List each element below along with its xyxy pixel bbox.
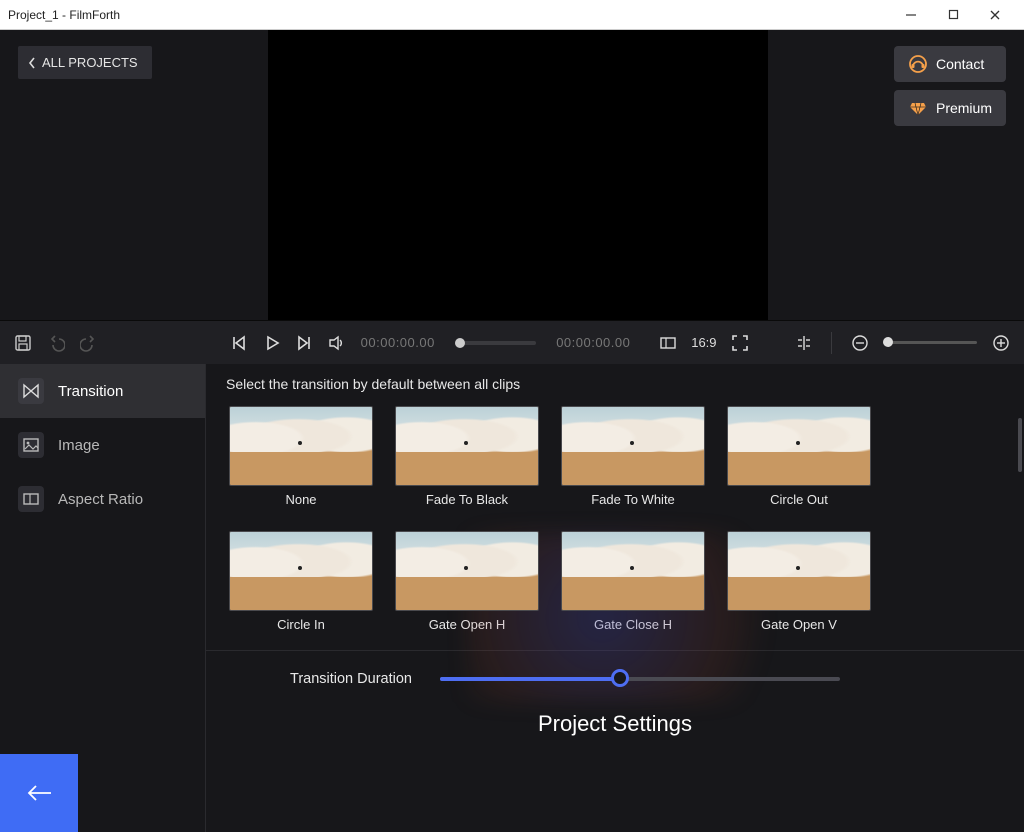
titlebar: Project_1 - FilmForth [0,0,1024,30]
time-current: 00:00:00.00 [361,335,435,350]
sidebar-item-label: Image [58,437,100,454]
zoom-out-icon[interactable] [850,332,869,354]
control-bar: 00:00:00.00 00:00:00.00 16:9 [0,320,1024,364]
duration-slider[interactable] [440,677,840,681]
transition-item-gate-open-v[interactable]: Gate Open V [724,531,874,632]
transition-item-circle-out[interactable]: Circle Out [724,406,874,507]
arrow-left-icon [25,783,53,803]
sidebar-item-image[interactable]: Image [0,418,205,472]
zoom-in-icon[interactable] [991,332,1010,354]
undo-icon[interactable] [47,332,66,354]
transition-item-gate-open-h[interactable]: Gate Open H [392,531,542,632]
chevron-left-icon [28,57,36,69]
sidebar-item-aspect-ratio[interactable]: Aspect Ratio [0,472,205,526]
transition-icon [18,378,44,404]
minimize-button[interactable] [890,0,932,30]
transition-item-circle-in[interactable]: Circle In [226,531,376,632]
premium-button[interactable]: Premium [894,90,1006,126]
transition-item-gate-close-h[interactable]: Gate Close H [558,531,708,632]
close-button[interactable] [974,0,1016,30]
diamond-icon [908,98,928,118]
seek-slider[interactable] [455,341,536,345]
fullscreen-icon[interactable] [731,332,750,354]
page-title: Project Settings [206,695,1024,759]
sidebar-item-label: Transition [58,383,123,400]
transition-grid: None Fade To Black Fade To White Circle … [206,402,1024,642]
transition-item-none[interactable]: None [226,406,376,507]
transition-label: Gate Open V [761,617,837,632]
play-icon[interactable] [262,332,281,354]
all-projects-button[interactable]: ALL PROJECTS [18,46,152,79]
transition-item-fade-to-white[interactable]: Fade To White [558,406,708,507]
duration-label: Transition Duration [290,671,412,687]
contact-label: Contact [936,56,984,72]
zoom-slider[interactable] [883,341,977,344]
transition-label: Circle In [277,617,325,632]
transition-item-fade-to-black[interactable]: Fade To Black [392,406,542,507]
aspect-ratio-icon [18,486,44,512]
aspect-icon[interactable] [658,332,677,354]
support-icon [908,54,928,74]
save-icon[interactable] [14,332,33,354]
premium-label: Premium [936,100,992,116]
transition-label: Circle Out [770,492,828,507]
transition-label: None [285,492,316,507]
maximize-button[interactable] [932,0,974,30]
redo-icon[interactable] [80,332,99,354]
transition-label: Fade To Black [426,492,508,507]
sidebar-item-label: Aspect Ratio [58,491,143,508]
contact-button[interactable]: Contact [894,46,1006,82]
time-total: 00:00:00.00 [556,335,630,350]
image-icon [18,432,44,458]
snap-icon[interactable] [795,332,814,354]
aspect-label: 16:9 [691,335,716,350]
transition-label: Gate Open H [429,617,506,632]
duration-row: Transition Duration [206,650,1024,695]
sidebar-item-transition[interactable]: Transition [0,364,205,418]
video-preview[interactable] [268,30,768,320]
volume-icon[interactable] [328,332,347,354]
preview-area: ALL PROJECTS Contact Premium [0,30,1024,320]
all-projects-label: ALL PROJECTS [42,55,138,70]
prev-frame-icon[interactable] [229,332,248,354]
back-button[interactable] [0,754,78,832]
transition-label: Fade To White [591,492,675,507]
transition-label: Gate Close H [594,617,672,632]
settings-content: Select the transition by default between… [205,364,1024,832]
panel-hint: Select the transition by default between… [206,364,1024,402]
next-frame-icon[interactable] [295,332,314,354]
window-title: Project_1 - FilmForth [8,8,120,22]
